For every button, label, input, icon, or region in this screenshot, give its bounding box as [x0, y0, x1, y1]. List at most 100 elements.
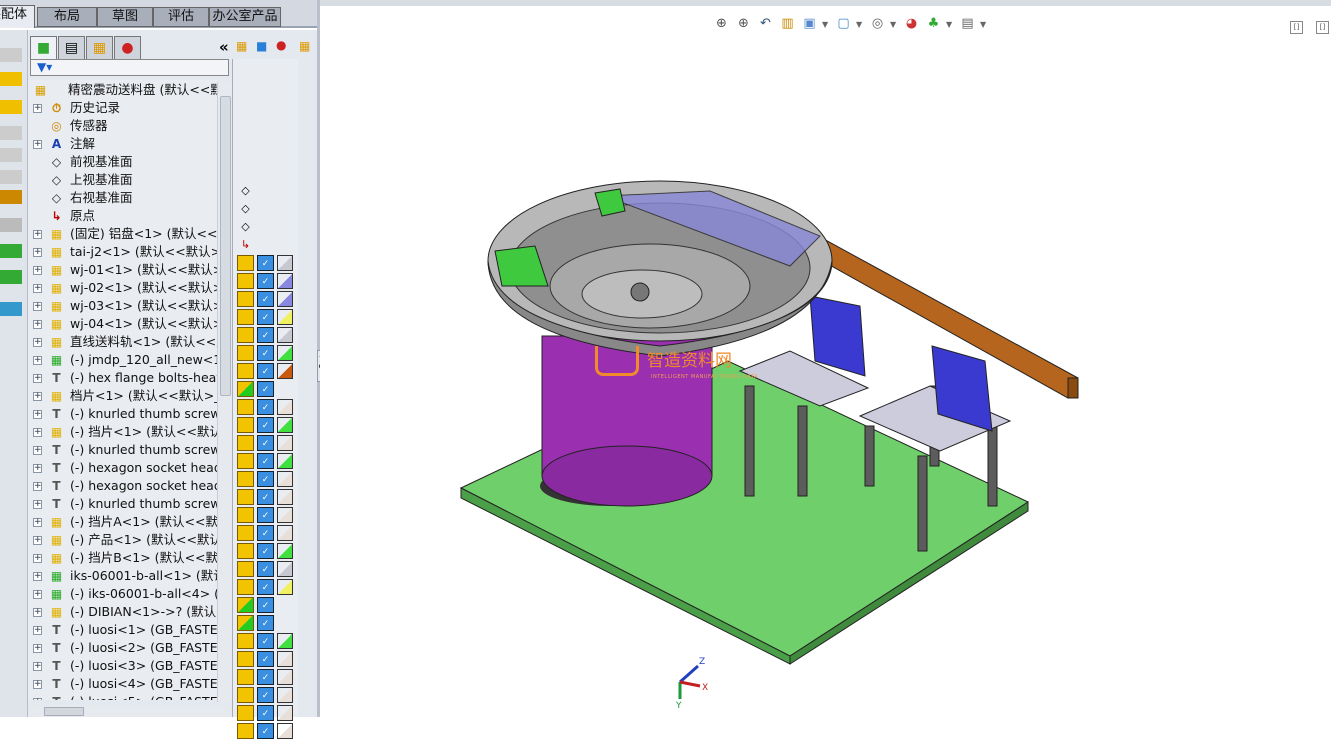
appearance-icon[interactable]: [277, 723, 293, 739]
tree-item[interactable]: + ⏱ 历史记录: [28, 99, 218, 117]
tree-item[interactable]: + ▦ wj-03<1> (默认<<默认>_: [28, 297, 218, 315]
tree-item[interactable]: + ▦ (-) 挡片A<1> (默认<<默认: [28, 513, 218, 531]
config-icon[interactable]: [237, 291, 254, 307]
expand-toggle[interactable]: +: [33, 428, 42, 437]
config-icon[interactable]: [237, 669, 254, 685]
display-state-icon[interactable]: ✓: [257, 597, 274, 613]
config-icon[interactable]: [237, 363, 254, 379]
appearance-icon[interactable]: [277, 309, 293, 325]
appearance-icon[interactable]: [277, 399, 293, 415]
appearance-icon[interactable]: [277, 651, 293, 667]
display-manager-tab[interactable]: ●: [114, 36, 141, 60]
expand-toggle[interactable]: +: [33, 140, 42, 149]
expand-toggle[interactable]: +: [33, 320, 42, 329]
origin-visibility-icon[interactable]: ↳: [237, 237, 254, 253]
expand-toggle[interactable]: +: [33, 248, 42, 257]
expand-toggle[interactable]: +: [33, 662, 42, 671]
appearance-icon[interactable]: [277, 489, 293, 505]
display-state-icon[interactable]: ✓: [257, 579, 274, 595]
tree-item[interactable]: + A 注解: [28, 135, 218, 153]
tree-item[interactable]: + ▦ (-) DIBIAN<1>->? (默认<: [28, 603, 218, 621]
subassembly-config-icon[interactable]: [237, 615, 254, 631]
tab-0[interactable]: 装配体: [0, 5, 35, 28]
expand-toggle[interactable]: +: [33, 554, 42, 563]
appearance-icon[interactable]: [277, 507, 293, 523]
tree-item[interactable]: + T (-) knurled thumb screws: [28, 441, 218, 459]
toolbar-button[interactable]: [0, 270, 22, 284]
config-icon[interactable]: [237, 579, 254, 595]
appearance-icon[interactable]: [277, 669, 293, 685]
tree-item[interactable]: + ▦ (-) 挡片<1> (默认<<默认>: [28, 423, 218, 441]
tree-filter-input[interactable]: ▼▾: [30, 59, 229, 76]
appearance-icon[interactable]: [277, 327, 293, 343]
tree-item[interactable]: + ▦ wj-02<1> (默认<<默认>_: [28, 279, 218, 297]
toolbar-button[interactable]: [0, 126, 22, 140]
config-icon[interactable]: [237, 651, 254, 667]
insert-component-icon[interactable]: [0, 72, 22, 86]
tree-vertical-scrollbar[interactable]: [217, 82, 232, 702]
display-state-icon[interactable]: ✓: [257, 705, 274, 721]
expand-toggle[interactable]: +: [33, 266, 42, 275]
config-icon[interactable]: [237, 489, 254, 505]
tree-item[interactable]: ↳ 原点: [28, 207, 218, 225]
display-state-icon[interactable]: ✓: [257, 507, 274, 523]
tree-item[interactable]: + T (-) hexagon socket head: [28, 477, 218, 495]
expand-toggle[interactable]: +: [33, 482, 42, 491]
tree-item[interactable]: + T (-) luosi<4> (GB_FASTEN: [28, 675, 218, 693]
tree-item[interactable]: + T (-) hex flange bolts-heavy: [28, 369, 218, 387]
tree-item[interactable]: + ▦ wj-04<1> (默认<<默认>_: [28, 315, 218, 333]
expand-toggle[interactable]: +: [33, 536, 42, 545]
toolbar-button[interactable]: [0, 218, 22, 232]
display-state-icon[interactable]: ✓: [257, 651, 274, 667]
assembly-model[interactable]: [320, 6, 1331, 717]
display-state-icon[interactable]: ✓: [257, 471, 274, 487]
collapse-panel-button[interactable]: «: [219, 38, 229, 56]
expand-toggle[interactable]: +: [33, 464, 42, 473]
plane-visibility-icon[interactable]: ◇: [237, 201, 254, 217]
tree-item[interactable]: ◇ 右视基准面: [28, 189, 218, 207]
appearance-icon[interactable]: [277, 255, 293, 271]
display-state-icon[interactable]: ✓: [257, 525, 274, 541]
tree-item[interactable]: + ▦ tai-j2<1> (默认<<默认>_显: [28, 243, 218, 261]
appearance-icon[interactable]: [277, 579, 293, 595]
config-icon[interactable]: [237, 705, 254, 721]
display-state-icon[interactable]: ✓: [257, 633, 274, 649]
display-state-icon[interactable]: ✓: [257, 273, 274, 289]
expand-toggle[interactable]: +: [33, 410, 42, 419]
config-icon[interactable]: [237, 471, 254, 487]
scrollbar-thumb[interactable]: [220, 96, 231, 396]
tree-item[interactable]: + T (-) luosi<1> (GB_FASTEN: [28, 621, 218, 639]
subassembly-config-icon[interactable]: [237, 381, 254, 397]
appearance-icon[interactable]: [277, 435, 293, 451]
expand-toggle[interactable]: +: [33, 572, 42, 581]
display-state-icon[interactable]: ✓: [257, 615, 274, 631]
display-state-icon[interactable]: ✓: [257, 327, 274, 343]
display-state-icon[interactable]: ✓: [257, 453, 274, 469]
tab-4[interactable]: 办公室产品: [209, 7, 281, 27]
plane-visibility-icon[interactable]: ◇: [237, 219, 254, 235]
config-icon[interactable]: [237, 273, 254, 289]
tree-item[interactable]: + ▦ wj-01<1> (默认<<默认>_: [28, 261, 218, 279]
display-state-icon[interactable]: ✓: [257, 435, 274, 451]
display-state-icon[interactable]: ✓: [257, 417, 274, 433]
tree-item[interactable]: + T (-) luosi<3> (GB_FASTEN: [28, 657, 218, 675]
tree-item[interactable]: + T (-) luosi<2> (GB_FASTEN: [28, 639, 218, 657]
scrollbar-thumb[interactable]: [44, 707, 84, 716]
expand-toggle[interactable]: +: [33, 230, 42, 239]
display-state-icon[interactable]: ✓: [257, 381, 274, 397]
appearance-icon[interactable]: [277, 543, 293, 559]
display-state-icon[interactable]: ✓: [257, 669, 274, 685]
expand-toggle[interactable]: +: [33, 302, 42, 311]
expand-toggle[interactable]: +: [33, 644, 42, 653]
display-state-icon[interactable]: ✓: [257, 363, 274, 379]
expand-toggle[interactable]: +: [33, 608, 42, 617]
config-icon[interactable]: [237, 561, 254, 577]
display-state-icon[interactable]: ✓: [257, 291, 274, 307]
tree-item[interactable]: + ▦ 直线送料轨<1> (默认<<默: [28, 333, 218, 351]
display-state-icon[interactable]: ✓: [257, 345, 274, 361]
appearance-icon[interactable]: [277, 417, 293, 433]
tree-item[interactable]: + T (-) knurled thumb screws: [28, 405, 218, 423]
tree-item[interactable]: ▦ 精密震动送料盘 (默认<<默认: [28, 81, 218, 99]
display-state-icon[interactable]: ✓: [257, 723, 274, 739]
appearance-icon[interactable]: [277, 525, 293, 541]
